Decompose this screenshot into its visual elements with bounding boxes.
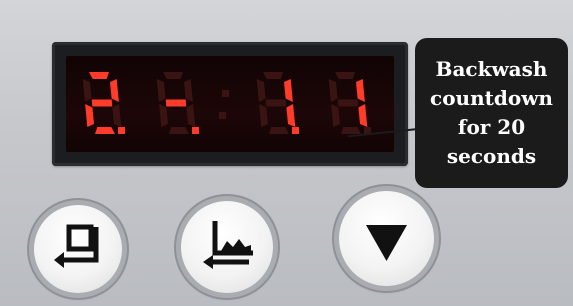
chart-return-icon [203,221,253,269]
segment-4-e [259,104,268,127]
segment-2-c [186,104,196,127]
segment-4-d [269,127,289,134]
segment-1-b [110,79,119,102]
control-panel: Backwash countdown for 20 seconds [0,0,573,306]
segment-1-a [89,72,109,79]
led-display-window [66,56,394,152]
segment-2-a [163,72,183,79]
segment-2-d [169,127,189,134]
segment-5-d [341,127,361,134]
decimal-point-4 [292,127,299,134]
segment-2-e [159,104,168,127]
segment-1-e [85,104,94,127]
down-button[interactable] [339,191,434,286]
seven-segment-readout [82,72,371,134]
segment-2-g [165,99,187,107]
callout-box: Backwash countdown for 20 seconds [415,38,568,188]
segment-1-f [82,79,92,102]
callout-text: Backwash countdown for 20 seconds [430,57,553,168]
segment-1-g [91,99,113,107]
segment-2-b [184,79,193,102]
chart-return-button[interactable] [181,201,273,293]
decimal-point-2 [192,127,199,134]
segment-5-b [356,79,365,102]
return-icon [54,224,99,268]
segment-5-g [337,99,359,107]
segment-5-c [358,104,368,127]
segment-4-b [284,79,293,102]
segment-4-g [265,99,287,107]
segment-4-f [256,79,266,102]
colon-dot-top [222,90,229,97]
segment-1-d [95,127,115,134]
colon-dot-bottom [219,112,226,119]
segment-4-c [286,104,296,127]
segment-5-a [335,72,355,79]
segment-2-f [156,79,166,102]
segment-5-e [331,104,340,127]
decimal-point-1 [118,127,125,134]
segment-5-f [328,79,338,102]
return-button[interactable] [34,205,122,293]
led-display [52,42,408,166]
segment-1-c [112,104,122,127]
down-arrow-icon [366,225,407,261]
segment-4-a [263,72,283,79]
